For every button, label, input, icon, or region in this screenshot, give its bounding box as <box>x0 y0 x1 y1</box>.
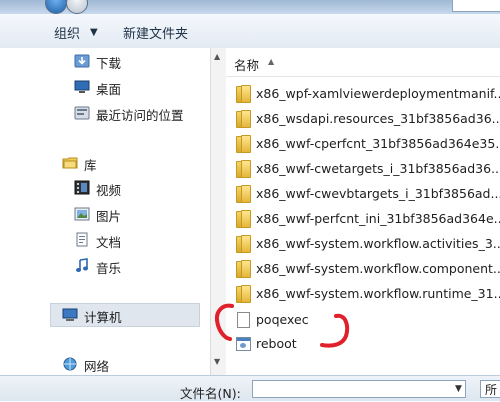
documents-library-icon <box>76 232 88 247</box>
file-row[interactable]: x86_wwf-system.workflow.activities_3... <box>226 232 500 254</box>
nav-item-label: 视频 <box>96 183 122 198</box>
file-name: reboot <box>256 336 297 351</box>
folder-icon <box>236 185 251 203</box>
file-name: poqexec <box>256 312 309 327</box>
folder-icon <box>236 85 251 103</box>
nav-item-label: 最近访问的位置 <box>96 108 184 123</box>
file-row[interactable]: x86_wwf-cperfcnt_31bf3856ad364e35... <box>226 132 500 154</box>
filename-dropdown-icon[interactable]: ▼ <box>455 384 462 394</box>
file-row[interactable]: x86_wwf-perfcnt_ini_31bf3856ad364e... <box>226 207 500 229</box>
column-header-label: 名称 <box>234 58 260 73</box>
folder-icon <box>236 260 251 278</box>
filename-label: 文件名(N): <box>180 386 241 401</box>
file-row[interactable]: x86_wwf-system.workflow.component... <box>226 257 500 279</box>
pictures-library-icon <box>74 207 90 221</box>
folder-icon <box>236 235 251 253</box>
file-name: x86_wwf-cperfcnt_31bf3856ad364e35... <box>256 136 500 151</box>
file-row[interactable]: x86_wwf-system.workflow.runtime_31... <box>226 282 500 304</box>
column-header-name[interactable]: 名称 ▲ <box>226 48 500 77</box>
nav-item-label: 库 <box>84 158 97 173</box>
command-bar: 组织 ▼ 新建文件夹 <box>0 14 500 49</box>
new-folder-button[interactable]: 新建文件夹 <box>123 23 188 42</box>
folder-icon <box>236 285 251 303</box>
organize-button[interactable]: 组织 <box>54 23 80 42</box>
folder-icon <box>236 160 251 178</box>
navigation-pane: 下载 桌面 最近访问的位置 库 视频 图片 文档 音乐 计算机 网络 <box>0 48 210 375</box>
filename-bar: 文件名(N): ▼ 所 <box>0 375 500 401</box>
recent-places-icon <box>74 106 90 120</box>
file-name: x86_wsdapi.resources_31bf3856ad36... <box>256 111 500 126</box>
filename-input[interactable] <box>252 380 466 398</box>
document-icon <box>236 311 250 328</box>
back-button[interactable] <box>45 0 67 14</box>
nav-item-label: 图片 <box>96 209 122 224</box>
forward-button[interactable] <box>66 0 88 14</box>
desktop-icon <box>74 80 90 93</box>
video-library-icon <box>74 180 90 195</box>
nav-item-label: 文档 <box>96 235 122 250</box>
file-name: x86_wwf-perfcnt_ini_31bf3856ad364e... <box>256 211 500 226</box>
organize-dropdown-icon[interactable]: ▼ <box>90 27 98 38</box>
scroll-down-arrow-icon[interactable]: ▼ <box>214 357 220 366</box>
computer-icon <box>62 308 78 321</box>
file-row[interactable]: x86_wsdapi.resources_31bf3856ad36... <box>226 107 500 129</box>
file-name: x86_wwf-system.workflow.component... <box>256 261 500 276</box>
nav-item-label: 计算机 <box>84 310 122 325</box>
nav-item-label: 网络 <box>84 359 110 374</box>
file-name: x86_wwf-cwetargets_i_31bf3856ad36... <box>256 161 500 176</box>
file-row[interactable]: x86_wwf-cwetargets_i_31bf3856ad36... <box>226 157 500 179</box>
file-type-select[interactable]: 所 <box>480 380 500 398</box>
title-bar <box>0 0 500 14</box>
file-row[interactable]: reboot <box>226 332 500 354</box>
file-name: x86_wwf-system.workflow.activities_3... <box>256 236 500 251</box>
navigation-scrollbar[interactable]: ▲ ▼ <box>210 48 227 375</box>
file-row[interactable]: x86_wwf-cwevbtargets_i_31bf3856ad... <box>226 182 500 204</box>
file-name: x86_wwf-system.workflow.runtime_31... <box>256 286 500 301</box>
file-dialog-window: 组织 ▼ 新建文件夹 下载 桌面 最近访问的位置 库 视频 图片 文档 音乐 计… <box>0 0 500 401</box>
file-row[interactable]: poqexec <box>226 308 500 330</box>
download-folder-icon <box>74 54 90 68</box>
file-row[interactable]: x86_wpf-xamlviewerdeploymentmanif... <box>226 82 500 104</box>
file-list: 名称 ▲ x86_wpf-xamlviewerdeploymentmanif..… <box>226 48 500 375</box>
file-name: x86_wpf-xamlviewerdeploymentmanif... <box>256 86 500 101</box>
nav-item-label: 音乐 <box>96 261 122 276</box>
folder-icon <box>236 110 251 128</box>
search-input[interactable] <box>452 0 500 12</box>
folder-icon <box>236 210 251 228</box>
folder-icon <box>236 135 251 153</box>
executable-icon <box>236 335 251 352</box>
scroll-up-arrow-icon[interactable]: ▲ <box>214 52 220 61</box>
library-icon <box>62 157 78 169</box>
file-name: x86_wwf-cwevbtargets_i_31bf3856ad... <box>256 186 500 201</box>
network-icon <box>63 357 77 371</box>
sort-ascending-icon: ▲ <box>268 57 275 66</box>
nav-item-label: 下载 <box>96 56 122 71</box>
music-library-icon <box>76 258 88 272</box>
nav-item-label: 桌面 <box>96 82 122 97</box>
